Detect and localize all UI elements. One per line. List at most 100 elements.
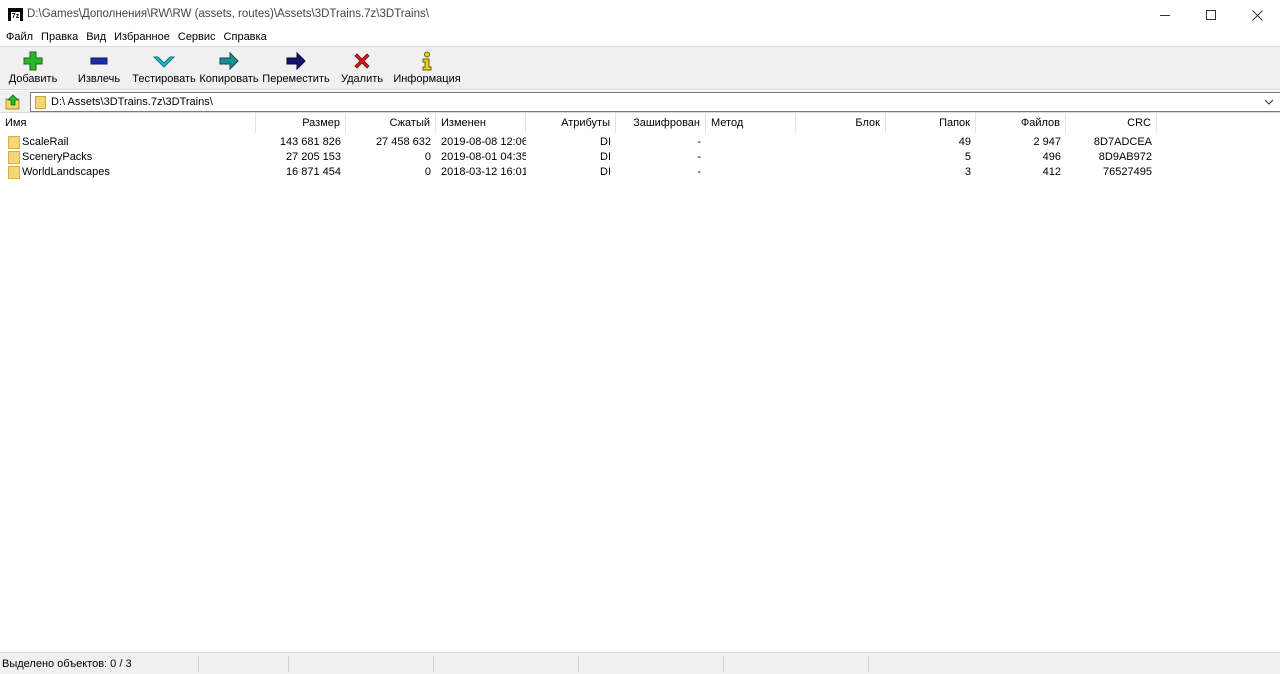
cell-files: 2 947: [1033, 136, 1061, 148]
cell-folders: 5: [964, 151, 971, 163]
cell-name: WorldLandscapes: [22, 166, 110, 178]
cell-block: [796, 165, 886, 180]
info-icon: [422, 51, 432, 71]
move-button[interactable]: Переместить: [262, 51, 330, 89]
address-input[interactable]: D:\ Assets\3DTrains.7z\3DTrains\: [30, 92, 1280, 112]
table-row[interactable]: SceneryPacks 27 205 153 0 2019-08-01 04:…: [0, 150, 1280, 165]
extract-button[interactable]: Извлечь: [76, 51, 122, 89]
delete-x-icon: [354, 53, 370, 69]
cell-encrypted: -: [697, 151, 701, 163]
cell-block: [796, 150, 886, 165]
menu-tools[interactable]: Сервис: [174, 30, 220, 46]
cell-name: SceneryPacks: [22, 151, 93, 163]
column-block[interactable]: Блок: [796, 113, 886, 133]
status-selected: Выделено объектов: 0 / 3: [0, 656, 199, 672]
cell-method: [706, 150, 796, 165]
title-bar[interactable]: 7z D:\Games\Дополнения\RW\RW (assets, ro…: [0, 0, 1280, 30]
plus-icon: [23, 51, 43, 71]
cell-modified: 2018-03-12 16:01: [441, 166, 526, 178]
status-panel-3: [289, 656, 434, 672]
cell-crc: 76527495: [1103, 166, 1152, 178]
column-folders[interactable]: Папок: [886, 113, 976, 133]
menu-file[interactable]: Файл: [2, 30, 37, 46]
cell-files: 496: [1042, 151, 1061, 163]
cell-name: ScaleRail: [22, 136, 69, 148]
minimize-button[interactable]: [1142, 0, 1188, 30]
test-button[interactable]: Тестировать: [132, 51, 196, 89]
window-title: D:\Games\Дополнения\RW\RW (assets, route…: [27, 8, 429, 20]
info-label: Информация: [393, 73, 461, 85]
status-panel-2: [199, 656, 289, 672]
menu-bar: Файл Правка Вид Избранное Сервис Справка: [0, 30, 1280, 46]
column-packed[interactable]: Сжатый: [346, 113, 436, 133]
check-chevron-icon: [153, 56, 175, 68]
address-path: D:\ Assets\3DTrains.7z\3DTrains\: [51, 96, 213, 108]
column-method[interactable]: Метод: [706, 113, 796, 133]
add-button[interactable]: Добавить: [8, 51, 58, 89]
column-name[interactable]: Имя: [0, 113, 256, 133]
table-row[interactable]: WorldLandscapes 16 871 454 0 2018-03-12 …: [0, 165, 1280, 180]
cell-folders: 49: [958, 136, 971, 148]
copy-button[interactable]: Копировать: [199, 51, 259, 89]
cell-block: [796, 135, 886, 150]
cell-modified: 2019-08-08 12:06: [441, 136, 526, 148]
move-label: Переместить: [262, 73, 330, 85]
maximize-icon: [1206, 10, 1216, 20]
cell-size: 143 681 826: [279, 136, 341, 148]
table-row[interactable]: ScaleRail 143 681 826 27 458 632 2019-08…: [0, 135, 1280, 150]
move-arrow-icon: [286, 51, 306, 71]
cell-attributes: DI: [600, 151, 611, 163]
copy-label: Копировать: [199, 73, 259, 85]
app-7z-icon[interactable]: 7z: [8, 8, 23, 21]
maximize-button[interactable]: [1188, 0, 1234, 30]
cell-folders: 3: [964, 166, 971, 178]
menu-favorites[interactable]: Избранное: [110, 30, 174, 46]
delete-button[interactable]: Удалить: [340, 51, 384, 89]
app-window: 7z D:\Games\Дополнения\RW\RW (assets, ro…: [0, 0, 1280, 674]
menu-edit[interactable]: Правка: [37, 30, 82, 46]
menu-help[interactable]: Справка: [220, 30, 271, 46]
cell-packed: 0: [424, 151, 431, 163]
cell-encrypted: -: [697, 166, 701, 178]
cell-encrypted: -: [697, 136, 701, 148]
chevron-down-icon[interactable]: [1264, 95, 1274, 109]
close-button[interactable]: [1234, 0, 1280, 30]
copy-arrow-icon: [219, 51, 239, 71]
cell-packed: 0: [424, 166, 431, 178]
cell-method: [706, 165, 796, 180]
cell-size: 27 205 153: [285, 151, 341, 163]
column-attributes[interactable]: Атрибуты: [526, 113, 616, 133]
column-modified[interactable]: Изменен: [436, 113, 526, 133]
address-bar: D:\ Assets\3DTrains.7z\3DTrains\: [0, 91, 1280, 113]
status-panel-6: [724, 656, 869, 672]
cell-crc: 8D7ADCEA: [1093, 136, 1152, 148]
extract-label: Извлечь: [77, 73, 121, 85]
up-folder-button[interactable]: [4, 93, 22, 111]
status-bar: Выделено объектов: 0 / 3: [0, 652, 1280, 674]
column-size[interactable]: Размер: [256, 113, 346, 133]
test-label: Тестировать: [132, 73, 196, 85]
file-list[interactable]: Имя Размер Сжатый Изменен Атрибуты Зашиф…: [0, 113, 1280, 652]
cell-files: 412: [1042, 166, 1061, 178]
up-folder-icon: [5, 94, 20, 110]
folder-icon: [35, 96, 46, 109]
column-crc[interactable]: CRC: [1066, 113, 1157, 133]
menu-view[interactable]: Вид: [82, 30, 110, 46]
status-panel-4: [434, 656, 579, 672]
info-button[interactable]: Информация: [393, 51, 461, 89]
cell-crc: 8D9AB972: [1098, 151, 1152, 163]
column-header: Имя Размер Сжатый Изменен Атрибуты Зашиф…: [0, 113, 1280, 133]
cell-method: [706, 135, 796, 150]
column-files[interactable]: Файлов: [976, 113, 1066, 133]
delete-label: Удалить: [341, 73, 383, 85]
add-label: Добавить: [8, 73, 58, 85]
minus-icon: [90, 57, 108, 65]
column-encrypted[interactable]: Зашифрован: [616, 113, 706, 133]
cell-modified: 2019-08-01 04:35: [441, 151, 526, 163]
cell-attributes: DI: [600, 166, 611, 178]
close-icon: [1251, 9, 1263, 21]
cell-attributes: DI: [600, 136, 611, 148]
toolbar: Добавить Извлечь Тестировать Копировать …: [0, 46, 1280, 90]
cell-size: 16 871 454: [285, 166, 341, 178]
cell-packed: 27 458 632: [375, 136, 431, 148]
